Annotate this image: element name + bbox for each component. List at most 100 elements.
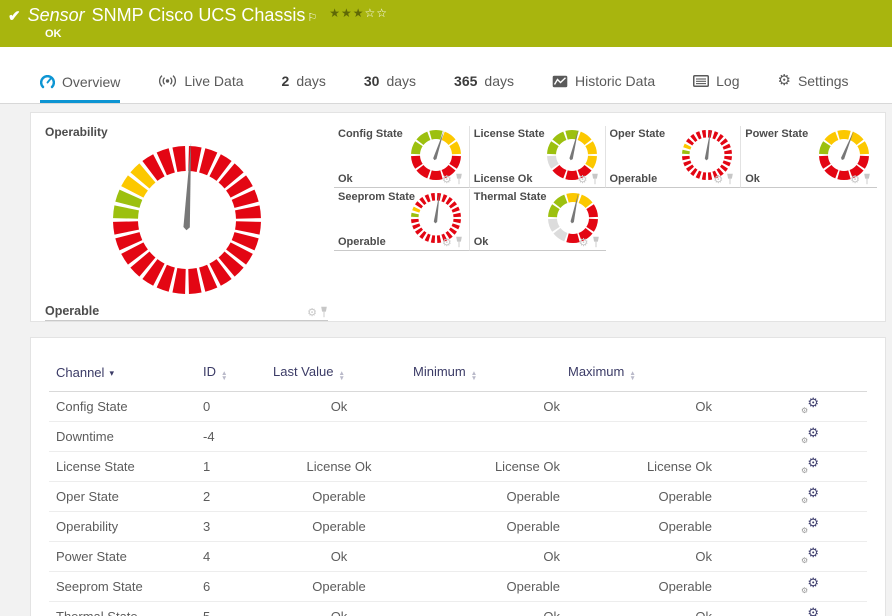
empty-cell (606, 189, 742, 251)
pin-icon[interactable] (591, 173, 599, 185)
channel-settings-icon[interactable]: ⚙⚙ (801, 397, 819, 413)
tab-365-days[interactable]: 365days (454, 73, 514, 103)
table-row: Seeprom State6OperableOperableOperable⚙⚙ (49, 572, 867, 602)
star-filled-icon[interactable]: ★ (341, 6, 353, 20)
channel-settings-icon[interactable]: ⚙⚙ (801, 457, 819, 473)
column-header-minimum[interactable]: Minimum ▲▼ (409, 358, 564, 392)
tab-overview[interactable]: Overview (40, 74, 120, 104)
minimum-cell: Operable (409, 482, 564, 512)
column-header-actions (716, 358, 867, 392)
sort-icon[interactable]: ▲▼ (221, 371, 227, 381)
last-value-cell (269, 422, 409, 452)
pin-icon[interactable] (726, 173, 734, 185)
gear-icon[interactable]: ⚙ (579, 238, 589, 248)
channel-cell[interactable]: License State (49, 452, 199, 482)
column-label: Minimum (413, 364, 466, 379)
gauges-panel: Operability Operable ⚙ Config StateOk⚙Li… (30, 112, 886, 322)
sort-icon[interactable]: ▲▼ (471, 371, 477, 381)
sort-icon[interactable]: ▲▼ (338, 371, 344, 381)
column-header-maximum[interactable]: Maximum▲▼ (564, 358, 716, 392)
log-icon (693, 75, 709, 87)
sort-icon[interactable]: ▲▼ (629, 371, 635, 381)
tab-label: Overview (62, 74, 120, 90)
gear-icon[interactable]: ⚙ (307, 308, 317, 318)
pin-icon[interactable] (320, 306, 328, 318)
tab-label: days (296, 73, 326, 89)
column-header-channel[interactable]: Channel▾ (49, 358, 199, 392)
maximum-cell (564, 422, 716, 452)
maximum-cell: License Ok (564, 452, 716, 482)
gauge-cell-config-state: Config StateOk⚙ (334, 126, 470, 188)
star-empty-icon[interactable]: ☆ (376, 6, 388, 20)
gear-icon[interactable]: ⚙ (713, 175, 723, 185)
last-value-cell: Ok (269, 542, 409, 572)
table-row: Config State0OkOkOk⚙⚙ (49, 392, 867, 422)
tab-historic-data[interactable]: Historic Data (552, 73, 655, 103)
pin-icon[interactable] (455, 236, 463, 248)
channels-panel: Channel▾ID▲▼Last Value▲▼Minimum▲▼Maximum… (30, 337, 886, 616)
gauge-value: Operable (338, 236, 386, 248)
last-value-cell: Ok (269, 392, 409, 422)
star-filled-icon[interactable]: ★ (353, 6, 365, 20)
sort-desc-icon[interactable]: ▾ (109, 368, 114, 378)
tab-label: Settings (798, 73, 849, 89)
gauge-icon (40, 75, 55, 90)
table-row: License State1License OkLicense OkLicens… (49, 452, 867, 482)
pin-icon[interactable] (863, 173, 871, 185)
pin-icon[interactable] (455, 173, 463, 185)
minimum-cell (409, 422, 564, 452)
channels-table: Channel▾ID▲▼Last Value▲▼Minimum▲▼Maximum… (49, 358, 867, 616)
minimum-cell: License Ok (409, 452, 564, 482)
channel-cell[interactable]: Config State (49, 392, 199, 422)
sensor-title: SNMP Cisco UCS Chassis (92, 5, 306, 26)
flag-icon[interactable]: ⚐ (307, 11, 317, 24)
channel-cell[interactable]: Operability (49, 512, 199, 542)
sensor-kind-label: Sensor (28, 5, 85, 26)
column-header-id[interactable]: ID▲▼ (199, 358, 269, 392)
table-row: Downtime-4⚙⚙ (49, 422, 867, 452)
channel-cell[interactable]: Thermal State (49, 602, 199, 616)
priority-stars[interactable]: ★★★☆☆ (329, 6, 388, 20)
id-cell: 2 (199, 482, 269, 512)
channel-cell[interactable]: Oper State (49, 482, 199, 512)
gear-icon[interactable]: ⚙ (850, 175, 860, 185)
tab-2-days[interactable]: 2days (282, 73, 326, 103)
pin-icon[interactable] (592, 236, 600, 248)
id-cell: 4 (199, 542, 269, 572)
tab-settings[interactable]: ⚙ Settings (777, 73, 848, 103)
live-data-icon (158, 74, 177, 88)
star-filled-icon[interactable]: ★ (329, 6, 341, 20)
tab-label: Live Data (184, 73, 243, 89)
settings-icon: ⚙ (777, 75, 790, 87)
actions-cell: ⚙⚙ (716, 392, 867, 422)
column-header-last-value[interactable]: Last Value ▲▼ (269, 358, 409, 392)
gear-icon[interactable]: ⚙ (442, 238, 452, 248)
id-cell: 1 (199, 452, 269, 482)
channel-settings-icon[interactable]: ⚙⚙ (801, 517, 819, 533)
gear-icon[interactable]: ⚙ (442, 175, 452, 185)
channel-settings-icon[interactable]: ⚙⚙ (801, 577, 819, 593)
tab-label: days (484, 73, 514, 89)
tab-live-data[interactable]: Live Data (158, 73, 243, 103)
tab-range-number: 30 (364, 73, 380, 89)
operability-gauge (108, 141, 266, 304)
last-value-cell: Operable (269, 572, 409, 602)
channel-settings-icon[interactable]: ⚙⚙ (801, 607, 819, 616)
maximum-cell: Operable (564, 512, 716, 542)
channel-settings-icon[interactable]: ⚙⚙ (801, 547, 819, 563)
id-cell: 5 (199, 602, 269, 616)
sensor-status-text: OK (45, 28, 882, 40)
channel-settings-icon[interactable]: ⚙⚙ (801, 427, 819, 443)
tab-30-days[interactable]: 30days (364, 73, 416, 103)
channel-settings-icon[interactable]: ⚙⚙ (801, 487, 819, 503)
channel-cell[interactable]: Seeprom State (49, 572, 199, 602)
star-empty-icon[interactable]: ☆ (365, 6, 377, 20)
column-label: Last Value (273, 364, 333, 379)
tab-log[interactable]: Log (693, 73, 739, 103)
small-gauges-grid: Config StateOk⚙License StateLicense Ok⚙O… (334, 125, 877, 313)
channel-cell[interactable]: Downtime (49, 422, 199, 452)
channel-cell[interactable]: Power State (49, 542, 199, 572)
id-cell: 0 (199, 392, 269, 422)
gear-icon[interactable]: ⚙ (578, 175, 588, 185)
historic-data-icon (552, 75, 568, 88)
